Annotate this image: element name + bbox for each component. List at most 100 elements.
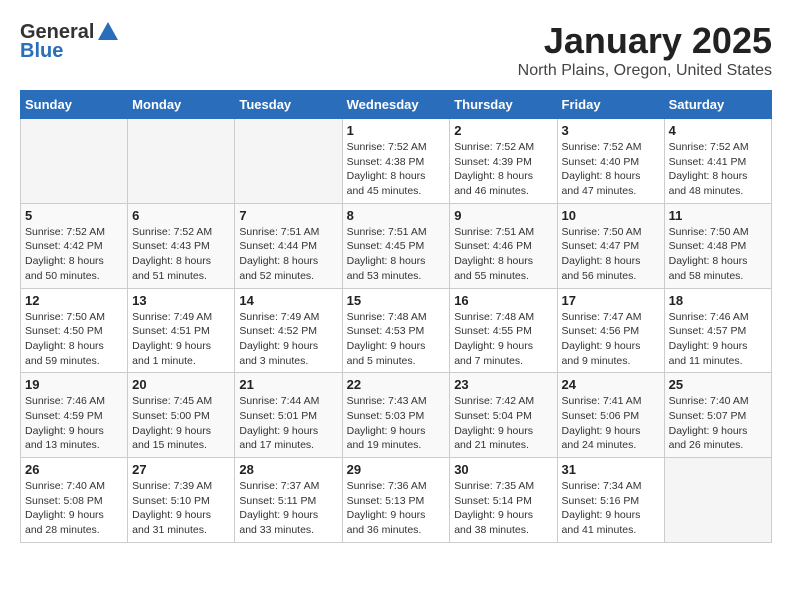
- page-header: General Blue January 2025 North Plains, …: [20, 20, 772, 80]
- day-number: 10: [562, 208, 660, 223]
- day-number: 14: [239, 293, 337, 308]
- day-info: Sunrise: 7:47 AM Sunset: 4:56 PM Dayligh…: [562, 310, 660, 369]
- day-number: 26: [25, 462, 123, 477]
- calendar-cell: 7 Sunrise: 7:51 AM Sunset: 4:44 PM Daylig…: [235, 203, 342, 288]
- day-number: 1: [347, 123, 446, 138]
- calendar-cell: 23 Sunrise: 7:42 AM Sunset: 5:04 PM Dayli…: [450, 373, 557, 458]
- day-number: 29: [347, 462, 446, 477]
- calendar-cell: 5 Sunrise: 7:52 AM Sunset: 4:42 PM Daylig…: [21, 203, 128, 288]
- day-number: 22: [347, 377, 446, 392]
- day-info: Sunrise: 7:35 AM Sunset: 5:14 PM Dayligh…: [454, 479, 552, 538]
- day-number: 8: [347, 208, 446, 223]
- day-number: 13: [132, 293, 230, 308]
- day-number: 18: [669, 293, 767, 308]
- calendar-cell: 22 Sunrise: 7:43 AM Sunset: 5:03 PM Dayli…: [342, 373, 450, 458]
- day-info: Sunrise: 7:48 AM Sunset: 4:53 PM Dayligh…: [347, 310, 446, 369]
- logo-icon: [96, 20, 120, 44]
- day-info: Sunrise: 7:43 AM Sunset: 5:03 PM Dayligh…: [347, 394, 446, 453]
- logo: General Blue: [20, 20, 120, 63]
- weekday-header-monday: Monday: [128, 91, 235, 119]
- day-number: 20: [132, 377, 230, 392]
- calendar-cell: 9Sunrise: 7:51 AM Sunset: 4:46 PM Daylig…: [450, 203, 557, 288]
- day-number: 19: [25, 377, 123, 392]
- day-info: Sunrise: 7:51 AM Sunset: 4:44 PM Dayligh…: [239, 225, 337, 284]
- day-number: 17: [562, 293, 660, 308]
- calendar-cell: 18 Sunrise: 7:46 AM Sunset: 4:57 PM Dayli…: [664, 288, 771, 373]
- calendar-cell: 16 Sunrise: 7:48 AM Sunset: 4:55 PM Dayli…: [450, 288, 557, 373]
- day-info: Sunrise: 7:37 AM Sunset: 5:11 PM Dayligh…: [239, 479, 337, 538]
- day-info: Sunrise: 7:46 AM Sunset: 4:57 PM Dayligh…: [669, 310, 767, 369]
- calendar-cell: 24Sunrise: 7:41 AM Sunset: 5:06 PM Dayli…: [557, 373, 664, 458]
- calendar-cell: 28 Sunrise: 7:37 AM Sunset: 5:11 PM Dayli…: [235, 458, 342, 543]
- calendar-cell: 31Sunrise: 7:34 AM Sunset: 5:16 PM Dayli…: [557, 458, 664, 543]
- calendar-cell: 1 Sunrise: 7:52 AM Sunset: 4:38 PM Daylig…: [342, 119, 450, 204]
- day-info: Sunrise: 7:52 AM Sunset: 4:42 PM Dayligh…: [25, 225, 123, 284]
- day-info: Sunrise: 7:51 AM Sunset: 4:45 PM Dayligh…: [347, 225, 446, 284]
- calendar-cell: 13 Sunrise: 7:49 AM Sunset: 4:51 PM Dayli…: [128, 288, 235, 373]
- calendar-week-3: 12 Sunrise: 7:50 AM Sunset: 4:50 PM Dayli…: [21, 288, 772, 373]
- weekday-header-saturday: Saturday: [664, 91, 771, 119]
- title-section: January 2025 North Plains, Oregon, Unite…: [518, 20, 772, 80]
- calendar-cell: [21, 119, 128, 204]
- weekday-header-friday: Friday: [557, 91, 664, 119]
- month-title: January 2025: [518, 20, 772, 62]
- calendar-cell: 8 Sunrise: 7:51 AM Sunset: 4:45 PM Daylig…: [342, 203, 450, 288]
- day-info: Sunrise: 7:52 AM Sunset: 4:40 PM Dayligh…: [562, 140, 660, 199]
- day-number: 28: [239, 462, 337, 477]
- calendar-cell: 3Sunrise: 7:52 AM Sunset: 4:40 PM Daylig…: [557, 119, 664, 204]
- day-number: 30: [454, 462, 552, 477]
- day-number: 11: [669, 208, 767, 223]
- calendar-cell: 10Sunrise: 7:50 AM Sunset: 4:47 PM Dayli…: [557, 203, 664, 288]
- day-number: 15: [347, 293, 446, 308]
- calendar-cell: 4 Sunrise: 7:52 AM Sunset: 4:41 PM Daylig…: [664, 119, 771, 204]
- day-info: Sunrise: 7:49 AM Sunset: 4:51 PM Dayligh…: [132, 310, 230, 369]
- day-number: 16: [454, 293, 552, 308]
- weekday-header-thursday: Thursday: [450, 91, 557, 119]
- day-info: Sunrise: 7:44 AM Sunset: 5:01 PM Dayligh…: [239, 394, 337, 453]
- calendar-table: SundayMondayTuesdayWednesdayThursdayFrid…: [20, 90, 772, 543]
- weekday-header-row: SundayMondayTuesdayWednesdayThursdayFrid…: [21, 91, 772, 119]
- day-number: 31: [562, 462, 660, 477]
- calendar-cell: 14 Sunrise: 7:49 AM Sunset: 4:52 PM Dayli…: [235, 288, 342, 373]
- day-info: Sunrise: 7:42 AM Sunset: 5:04 PM Dayligh…: [454, 394, 552, 453]
- day-number: 7: [239, 208, 337, 223]
- day-number: 23: [454, 377, 552, 392]
- location-title: North Plains, Oregon, United States: [518, 62, 772, 80]
- calendar-week-4: 19Sunrise: 7:46 AM Sunset: 4:59 PM Dayli…: [21, 373, 772, 458]
- calendar-cell: 21Sunrise: 7:44 AM Sunset: 5:01 PM Dayli…: [235, 373, 342, 458]
- calendar-cell: [235, 119, 342, 204]
- day-info: Sunrise: 7:40 AM Sunset: 5:08 PM Dayligh…: [25, 479, 123, 538]
- day-info: Sunrise: 7:52 AM Sunset: 4:43 PM Dayligh…: [132, 225, 230, 284]
- calendar-cell: 27Sunrise: 7:39 AM Sunset: 5:10 PM Dayli…: [128, 458, 235, 543]
- calendar-cell: 20 Sunrise: 7:45 AM Sunset: 5:00 PM Dayli…: [128, 373, 235, 458]
- calendar-cell: 11 Sunrise: 7:50 AM Sunset: 4:48 PM Dayli…: [664, 203, 771, 288]
- day-info: Sunrise: 7:49 AM Sunset: 4:52 PM Dayligh…: [239, 310, 337, 369]
- calendar-cell: 30 Sunrise: 7:35 AM Sunset: 5:14 PM Dayli…: [450, 458, 557, 543]
- day-info: Sunrise: 7:52 AM Sunset: 4:41 PM Dayligh…: [669, 140, 767, 199]
- weekday-header-wednesday: Wednesday: [342, 91, 450, 119]
- calendar-cell: 2 Sunrise: 7:52 AM Sunset: 4:39 PM Daylig…: [450, 119, 557, 204]
- calendar-cell: 15 Sunrise: 7:48 AM Sunset: 4:53 PM Dayli…: [342, 288, 450, 373]
- calendar-cell: [664, 458, 771, 543]
- calendar-week-5: 26 Sunrise: 7:40 AM Sunset: 5:08 PM Dayli…: [21, 458, 772, 543]
- day-info: Sunrise: 7:48 AM Sunset: 4:55 PM Dayligh…: [454, 310, 552, 369]
- day-number: 2: [454, 123, 552, 138]
- day-info: Sunrise: 7:52 AM Sunset: 4:38 PM Dayligh…: [347, 140, 446, 199]
- day-number: 4: [669, 123, 767, 138]
- calendar-cell: 25Sunrise: 7:40 AM Sunset: 5:07 PM Dayli…: [664, 373, 771, 458]
- day-info: Sunrise: 7:45 AM Sunset: 5:00 PM Dayligh…: [132, 394, 230, 453]
- day-info: Sunrise: 7:50 AM Sunset: 4:50 PM Dayligh…: [25, 310, 123, 369]
- day-info: Sunrise: 7:52 AM Sunset: 4:39 PM Dayligh…: [454, 140, 552, 199]
- day-number: 25: [669, 377, 767, 392]
- day-number: 24: [562, 377, 660, 392]
- day-number: 27: [132, 462, 230, 477]
- logo-blue-text: Blue: [20, 40, 63, 63]
- day-number: 5: [25, 208, 123, 223]
- calendar-cell: 17 Sunrise: 7:47 AM Sunset: 4:56 PM Dayli…: [557, 288, 664, 373]
- calendar-week-1: 1 Sunrise: 7:52 AM Sunset: 4:38 PM Daylig…: [21, 119, 772, 204]
- day-number: 6: [132, 208, 230, 223]
- calendar-cell: 29Sunrise: 7:36 AM Sunset: 5:13 PM Dayli…: [342, 458, 450, 543]
- calendar-week-2: 5 Sunrise: 7:52 AM Sunset: 4:42 PM Daylig…: [21, 203, 772, 288]
- day-number: 12: [25, 293, 123, 308]
- day-info: Sunrise: 7:50 AM Sunset: 4:48 PM Dayligh…: [669, 225, 767, 284]
